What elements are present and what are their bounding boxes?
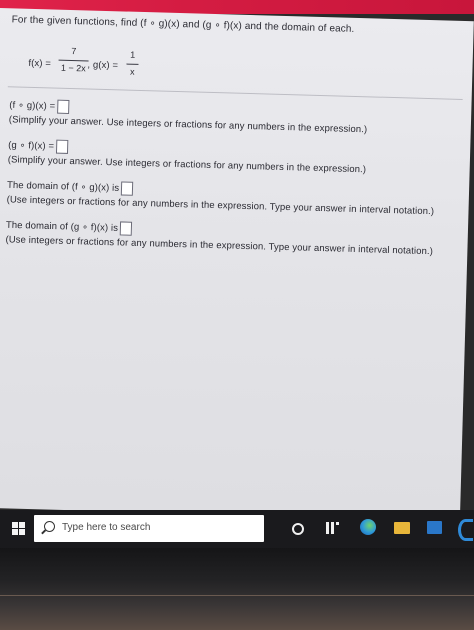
f-label: f(x) = bbox=[28, 57, 52, 70]
g-fraction-bar bbox=[126, 63, 139, 65]
taskbar: Type here to search bbox=[0, 510, 474, 548]
f-denominator: 1 − 2x bbox=[60, 62, 86, 74]
separator bbox=[7, 86, 463, 100]
answer-box-gof[interactable] bbox=[55, 139, 69, 154]
part4-instruction: (Use integers or fractions for any numbe… bbox=[5, 234, 434, 258]
f-numerator: 7 bbox=[71, 46, 77, 57]
answer-box-fog[interactable] bbox=[57, 99, 70, 114]
part4-label: The domain of (g ∘ f)(x) is bbox=[5, 219, 119, 234]
part1-row: (f ∘ g)(x) = bbox=[9, 98, 70, 114]
file-explorer-icon[interactable] bbox=[394, 522, 410, 534]
g-label: , g(x) = bbox=[87, 59, 119, 72]
app-icon[interactable] bbox=[458, 519, 473, 541]
g-denominator: x bbox=[129, 66, 135, 77]
monitor-bezel bbox=[0, 548, 474, 630]
edge-icon[interactable] bbox=[360, 519, 376, 535]
part2-label: (g ∘ f)(x) = bbox=[8, 139, 55, 153]
taskbar-search-box[interactable]: Type here to search bbox=[34, 515, 264, 542]
part1-label: (f ∘ g)(x) = bbox=[9, 99, 56, 113]
cortana-icon[interactable] bbox=[292, 523, 304, 535]
part2-instruction: (Simplify your answer. Use integers or f… bbox=[7, 154, 367, 176]
part3-row: The domain of (f ∘ g)(x) is bbox=[6, 178, 134, 196]
bezel-edge bbox=[0, 595, 474, 596]
part3-label: The domain of (f ∘ g)(x) is bbox=[6, 179, 120, 194]
search-icon bbox=[44, 521, 55, 532]
g-numerator: 1 bbox=[130, 49, 136, 60]
question-intro: For the given functions, find (f ∘ g)(x)… bbox=[11, 14, 355, 35]
part1-instruction: (Simplify your answer. Use integers or f… bbox=[8, 114, 368, 136]
windows-start-icon[interactable] bbox=[12, 522, 25, 535]
part3-instruction: (Use integers or fractions for any numbe… bbox=[6, 194, 435, 218]
f-fraction-bar bbox=[58, 59, 89, 62]
part2-row: (g ∘ f)(x) = bbox=[8, 138, 69, 154]
question-panel: For the given functions, find (f ∘ g)(x)… bbox=[0, 8, 474, 522]
search-placeholder: Type here to search bbox=[62, 522, 151, 533]
task-view-icon[interactable] bbox=[326, 522, 339, 534]
part4-row: The domain of (g ∘ f)(x) is bbox=[5, 218, 133, 236]
answer-box-domain-fog[interactable] bbox=[120, 181, 134, 196]
store-icon[interactable] bbox=[427, 521, 442, 534]
answer-box-domain-gof[interactable] bbox=[119, 221, 133, 236]
